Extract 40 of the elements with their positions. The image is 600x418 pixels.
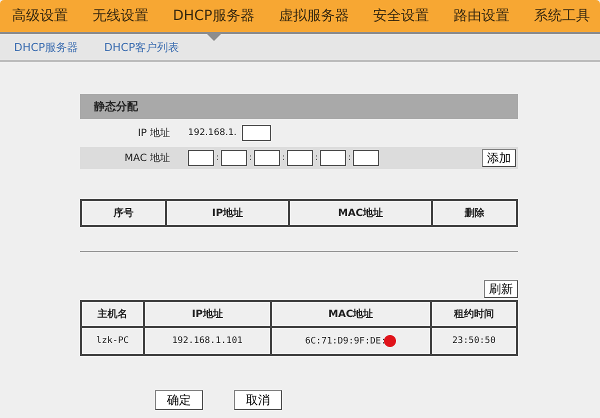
cancel-button[interactable]: 取消 [234,390,282,410]
refresh-button[interactable]: 刷新 [484,280,518,298]
input-field[interactable] [254,150,280,166]
input-field[interactable] [320,150,346,166]
input-field[interactable] [221,150,247,166]
separator: : [248,153,254,163]
nav-tab[interactable]: 虚拟服务器 [274,0,353,41]
column-header: IP地址 [144,301,271,327]
field-label: MAC 地址 [124,152,171,165]
column-header: 租约时间 [430,301,517,327]
column-header: MAC地址 [289,200,432,226]
sub-nav-link[interactable]: DHCP服务器 [14,40,78,54]
table-cell: 192.168.1.101 [144,327,271,355]
sub-nav-link[interactable]: DHCP客户列表 [104,40,180,54]
column-header: 主机名 [81,301,144,327]
nav-tab[interactable]: 安全设置 [369,0,434,41]
separator: : [346,153,352,163]
column-header: IP地址 [166,200,290,226]
table-cell: 6C:71:D9:9F:DE: [270,327,431,355]
column-header: MAC地址 [270,301,431,327]
input-field[interactable] [188,150,214,166]
table-cell: lzk-PC [81,327,144,355]
table-cell: 23:50:50 [430,327,517,355]
column-header: 删除 [432,200,517,226]
nav-tab[interactable]: 系统工具 [530,0,594,41]
nav-tab[interactable]: 无线设置 [88,0,152,41]
section-title: 静态分配 [94,99,138,114]
input-field[interactable] [353,150,379,166]
separator: : [280,153,286,163]
add-button[interactable]: 添加 [482,149,516,167]
ip-prefix: 192.168.1. [188,128,237,138]
separator: : [314,153,320,163]
nav-tab[interactable]: 路由设置 [450,0,514,41]
confirm-button[interactable]: 确定 [155,390,203,410]
input-field[interactable] [242,125,271,141]
column-header: 序号 [81,200,166,226]
input-field[interactable] [287,150,313,166]
separator: : [214,153,220,163]
nav-tab[interactable]: 高级设置 [8,0,72,41]
field-label: IP 地址 [136,126,171,140]
